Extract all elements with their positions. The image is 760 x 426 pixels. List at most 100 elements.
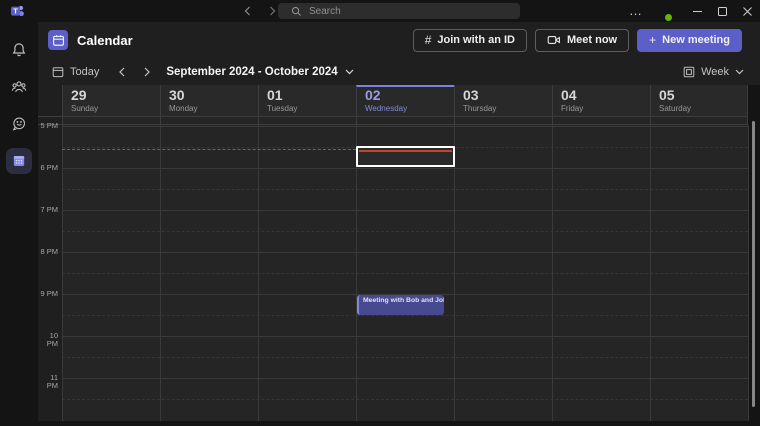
maximize-button[interactable] — [710, 0, 735, 22]
day-name: Tuesday — [267, 104, 356, 113]
more-options-button[interactable]: … — [629, 6, 642, 16]
column-gridline — [748, 125, 749, 421]
day-header-sunday[interactable]: 29Sunday — [62, 85, 160, 116]
allday-cell[interactable] — [258, 117, 356, 124]
nav-back-button[interactable] — [241, 5, 253, 17]
day-name: Sunday — [71, 104, 160, 113]
day-header-monday[interactable]: 30Monday — [160, 85, 258, 116]
half-hour-gridline — [62, 315, 748, 316]
time-label: 5 PM — [38, 122, 58, 130]
view-selector[interactable]: Week — [683, 66, 744, 78]
day-number: 29 — [71, 88, 160, 103]
calendar-event[interactable]: Meeting with Bob and John — [357, 295, 444, 315]
half-hour-gridline — [62, 231, 748, 232]
calendar-toolbar: Today September 2024 - October 2024 — [38, 58, 760, 85]
day-number: 01 — [267, 88, 356, 103]
date-range-selector[interactable]: September 2024 - October 2024 — [166, 66, 353, 78]
today-button[interactable]: Today — [52, 66, 99, 78]
new-meeting-button[interactable]: + New meeting — [637, 29, 742, 52]
chevron-down-icon — [345, 69, 354, 75]
allday-cell[interactable] — [356, 117, 454, 124]
allday-cell[interactable] — [454, 117, 552, 124]
hour-gridline — [62, 210, 748, 211]
time-label: 8 PM — [38, 248, 58, 256]
current-time-indicator — [62, 149, 356, 150]
calendar-grid-area: 29Sunday30Monday01Tuesday02Wednesday03Th… — [38, 85, 760, 426]
prev-week-button[interactable] — [118, 67, 126, 77]
day-number: 30 — [169, 88, 258, 103]
column-gridline — [552, 125, 553, 421]
allday-cell[interactable] — [160, 117, 258, 124]
time-label: 7 PM — [38, 206, 58, 214]
maximize-icon — [718, 7, 727, 16]
hour-gridline — [62, 168, 748, 169]
today-label: Today — [70, 66, 99, 78]
time-label: 10 PM — [38, 332, 58, 348]
meet-now-button[interactable]: Meet now — [535, 29, 629, 52]
sidebar-item-chat[interactable] — [6, 111, 32, 137]
half-hour-gridline — [62, 189, 748, 190]
time-label: 6 PM — [38, 164, 58, 172]
day-header-friday[interactable]: 04Friday — [552, 85, 650, 116]
calendar-today-icon — [52, 66, 64, 78]
nav-forward-button[interactable] — [266, 5, 278, 17]
minimize-button[interactable] — [685, 0, 710, 22]
chevron-right-icon — [268, 6, 277, 16]
page-title: Calendar — [77, 33, 133, 48]
hash-icon: # — [425, 33, 432, 47]
allday-cell[interactable] — [650, 117, 748, 124]
date-range-label: September 2024 - October 2024 — [166, 66, 337, 78]
app-sidebar — [0, 22, 38, 426]
day-header-wednesday[interactable]: 02Wednesday — [356, 85, 454, 116]
calendar-header: Calendar # Join with an ID Meet now + Ne… — [38, 22, 760, 58]
day-name: Friday — [561, 104, 650, 113]
day-header-tuesday[interactable]: 01Tuesday — [258, 85, 356, 116]
day-name: Thursday — [463, 104, 552, 113]
allday-cell[interactable] — [62, 117, 160, 124]
day-header-saturday[interactable]: 05Saturday — [650, 85, 748, 116]
hour-gridline — [62, 126, 748, 127]
title-bar: T Search … — [0, 0, 760, 22]
hour-gridline — [62, 336, 748, 337]
close-button[interactable] — [735, 0, 760, 22]
search-input[interactable]: Search — [278, 3, 520, 19]
day-number: 02 — [365, 88, 454, 103]
next-week-button[interactable] — [143, 67, 151, 77]
chat-icon — [11, 116, 27, 132]
view-selector-label: Week — [701, 66, 729, 78]
new-meeting-label: New meeting — [662, 34, 730, 46]
sidebar-item-activity[interactable] — [6, 37, 32, 63]
camera-icon — [547, 33, 561, 47]
day-name: Saturday — [659, 104, 747, 113]
column-gridline — [356, 125, 357, 421]
chevron-down-icon — [735, 69, 744, 75]
plus-icon: + — [649, 33, 656, 47]
chevron-right-icon — [143, 67, 151, 77]
hour-gridline — [62, 378, 748, 379]
day-name: Monday — [169, 104, 258, 113]
day-header-row: 29Sunday30Monday01Tuesday02Wednesday03Th… — [38, 85, 748, 117]
search-icon — [291, 6, 302, 17]
allday-row — [38, 117, 748, 125]
day-header-gutter — [38, 85, 62, 116]
vertical-scrollbar[interactable] — [752, 121, 755, 407]
column-gridline — [62, 125, 63, 421]
allday-cell[interactable] — [552, 117, 650, 124]
column-gridline — [160, 125, 161, 421]
minimize-icon — [693, 7, 702, 16]
teams-logo-icon: T — [10, 4, 24, 18]
join-with-id-button[interactable]: # Join with an ID — [413, 29, 527, 52]
week-grid-icon — [683, 66, 695, 78]
sidebar-item-community[interactable] — [6, 74, 32, 100]
chevron-left-icon — [243, 6, 252, 16]
column-gridline — [454, 125, 455, 421]
presence-indicator — [664, 13, 673, 22]
meet-now-label: Meet now — [567, 34, 617, 46]
day-header-thursday[interactable]: 03Thursday — [454, 85, 552, 116]
join-with-id-label: Join with an ID — [437, 34, 515, 46]
sidebar-item-calendar[interactable] — [6, 148, 32, 174]
calendar-icon — [11, 153, 27, 169]
half-hour-gridline — [62, 273, 748, 274]
current-time-indicator-solid — [359, 150, 452, 152]
avatar[interactable] — [654, 3, 671, 20]
